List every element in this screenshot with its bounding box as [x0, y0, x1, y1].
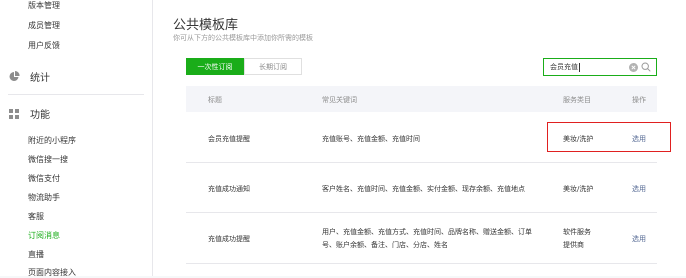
sidebar-item-members[interactable]: 成员管理	[28, 20, 60, 31]
template-title: 充值成功通知	[208, 185, 250, 193]
template-category-line-2: 提供商	[563, 241, 584, 249]
select-template-button[interactable]: 选用	[632, 184, 646, 194]
sidebar-item-search[interactable]: 微信搜一搜	[28, 154, 68, 165]
sidebar-item-logistics[interactable]: 物流助手	[28, 192, 60, 203]
sidebar-section-stats[interactable]: 统计	[8, 69, 50, 84]
sidebar-section-label: 功能	[30, 110, 50, 121]
template-category: 软件服务	[563, 228, 591, 236]
template-title: 会员充值提醒	[208, 135, 250, 143]
template-keywords-line-2: 号、账户余额、备注、门店、分店、姓名	[322, 241, 448, 249]
page-title: 公共模板库	[173, 18, 239, 33]
grid-icon	[8, 108, 20, 120]
sidebar-section-features[interactable]: 功能	[8, 106, 50, 121]
select-template-button[interactable]: 选用	[632, 234, 646, 244]
table-row: 充值成功提醒 用户、充值金额、充值方式、充值时间、品牌名称、赠送金额、订单 号、…	[186, 213, 657, 264]
tab-one-time[interactable]: 一次性订阅	[186, 58, 244, 75]
main-panel: 公共模板库 你可从下方的公共模板库中添加你所需的模板 一次性订阅 长期订阅 会员…	[153, 0, 686, 276]
sidebar: 版本管理 成员管理 用户反馈 统计 功能 附近的小程序 微信搜一搜 微信支付 物…	[0, 0, 153, 278]
search-input-value: 会员充值	[550, 63, 578, 71]
column-header-title: 标题	[208, 96, 222, 104]
sidebar-item-subscribe-messages[interactable]: 订阅消息	[28, 230, 60, 241]
sidebar-item-page-content[interactable]: 页面内容接入	[28, 267, 76, 278]
template-keywords: 充值账号、充值金额、充值时间	[322, 135, 420, 143]
highlight-box	[547, 122, 671, 152]
column-header-keywords: 常见关键词	[322, 96, 357, 104]
template-category: 美妆/洗护	[563, 185, 594, 193]
page-subtitle: 你可从下方的公共模板库中添加你所需的模板	[173, 34, 313, 42]
clear-icon[interactable]	[627, 61, 639, 73]
search-icon[interactable]	[639, 61, 653, 73]
sidebar-item-feedback[interactable]: 用户反馈	[28, 40, 60, 51]
tab-long-term[interactable]: 长期订阅	[244, 58, 302, 75]
template-keywords: 用户、充值金额、充值方式、充值时间、品牌名称、赠送金额、订单	[322, 228, 532, 236]
sidebar-item-nearby[interactable]: 附近的小程序	[28, 135, 76, 146]
pie-chart-icon	[8, 71, 20, 83]
sidebar-item-live[interactable]: 直播	[28, 249, 44, 260]
column-header-category: 服务类目	[563, 96, 591, 104]
table-row: 充值成功通知 客户姓名、充值时间、充值金额、实付金额、现存余额、充值地点 美妆/…	[186, 163, 657, 213]
sidebar-section-label: 统计	[30, 73, 50, 84]
template-keywords: 客户姓名、充值时间、充值金额、实付金额、现存余额、充值地点	[322, 185, 525, 193]
sidebar-divider	[8, 94, 144, 95]
table-header: 标题 常见关键词 服务类目 操作	[186, 86, 657, 112]
template-search-box[interactable]: 会员充值	[543, 58, 657, 76]
search-input[interactable]: 会员充值	[544, 62, 627, 72]
column-header-action: 操作	[632, 96, 646, 104]
subscription-tabs: 一次性订阅 长期订阅	[186, 58, 302, 75]
sidebar-item-version[interactable]: 版本管理	[28, 0, 60, 11]
template-title: 充值成功提醒	[208, 235, 250, 243]
sidebar-item-pay[interactable]: 微信支付	[28, 173, 60, 184]
sidebar-item-service[interactable]: 客服	[28, 211, 44, 222]
text-caret	[579, 62, 580, 72]
